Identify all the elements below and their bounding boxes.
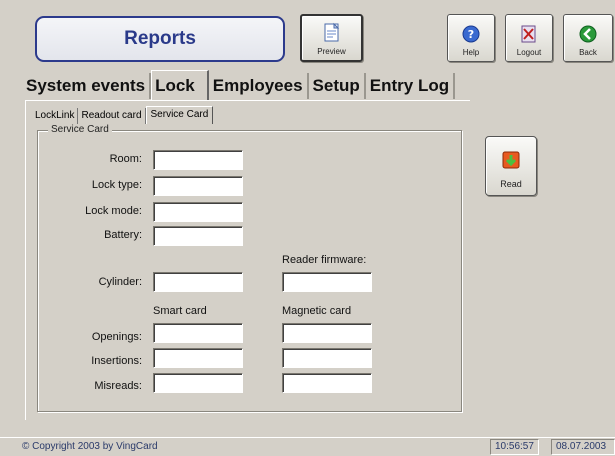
main-tab-bar: System events Lock Employees Setup Entry… xyxy=(22,70,456,100)
lock-mode-label: Lock mode: xyxy=(85,205,142,217)
logout-label: Logout xyxy=(516,48,542,57)
help-icon: ? xyxy=(460,23,482,45)
read-card-icon xyxy=(500,149,522,173)
misreads-magnetic-field[interactable] xyxy=(282,373,372,393)
preview-button[interactable]: Preview xyxy=(300,14,363,62)
back-arrow-icon xyxy=(577,23,599,45)
tab-setup[interactable]: Setup xyxy=(308,73,366,99)
misreads-smart-field[interactable] xyxy=(153,373,243,393)
status-time: 10:56:57 xyxy=(490,439,539,455)
misreads-label: Misreads: xyxy=(94,380,142,392)
openings-smart-field[interactable] xyxy=(153,323,243,343)
back-button[interactable]: Back xyxy=(563,14,613,62)
logout-button[interactable]: Logout xyxy=(505,14,553,62)
sub-tab-bar: LockLink Readout card Service Card xyxy=(32,106,214,124)
battery-label: Battery: xyxy=(104,229,142,241)
lock-type-label: Lock type: xyxy=(91,179,142,191)
openings-magnetic-field[interactable] xyxy=(282,323,372,343)
tab-system-events[interactable]: System events xyxy=(22,73,152,99)
read-button[interactable]: Read xyxy=(485,136,537,196)
tab-service-card[interactable]: Service Card xyxy=(145,106,214,124)
help-label: Help xyxy=(462,48,480,57)
service-card-group xyxy=(37,130,462,412)
tab-locklink[interactable]: LockLink xyxy=(32,108,79,124)
back-label: Back xyxy=(579,48,597,57)
page-title: Reports xyxy=(35,16,285,62)
status-date: 08.07.2003 xyxy=(551,439,615,455)
document-preview-icon xyxy=(321,22,343,44)
insertions-label: Insertions: xyxy=(91,355,142,367)
service-card-group-title: Service Card xyxy=(48,124,112,135)
tab-lock[interactable]: Lock xyxy=(151,70,209,100)
preview-label: Preview xyxy=(317,47,346,56)
cylinder-label: Cylinder: xyxy=(98,276,142,288)
openings-label: Openings: xyxy=(91,331,142,343)
copyright-text: © Copyright 2003 by VingCard xyxy=(22,441,158,452)
magnetic-card-header: Magnetic card xyxy=(282,305,352,317)
reader-firmware-field[interactable] xyxy=(282,272,372,292)
reader-firmware-label: Reader firmware: xyxy=(282,254,367,266)
help-button[interactable]: ? Help xyxy=(447,14,495,62)
lock-mode-field[interactable] xyxy=(153,202,243,222)
logout-icon xyxy=(518,23,540,45)
room-label: Room: xyxy=(109,153,142,165)
room-field[interactable] xyxy=(153,150,243,170)
read-label: Read xyxy=(500,179,522,189)
battery-field[interactable] xyxy=(153,226,243,246)
insertions-magnetic-field[interactable] xyxy=(282,348,372,368)
insertions-smart-field[interactable] xyxy=(153,348,243,368)
lock-type-field[interactable] xyxy=(153,176,243,196)
cylinder-field[interactable] xyxy=(153,272,243,292)
svg-text:?: ? xyxy=(468,28,474,41)
tab-readout-card[interactable]: Readout card xyxy=(78,108,146,124)
tab-entry-log[interactable]: Entry Log xyxy=(365,73,456,99)
smart-card-header: Smart card xyxy=(153,305,207,317)
tab-employees[interactable]: Employees xyxy=(208,73,309,99)
